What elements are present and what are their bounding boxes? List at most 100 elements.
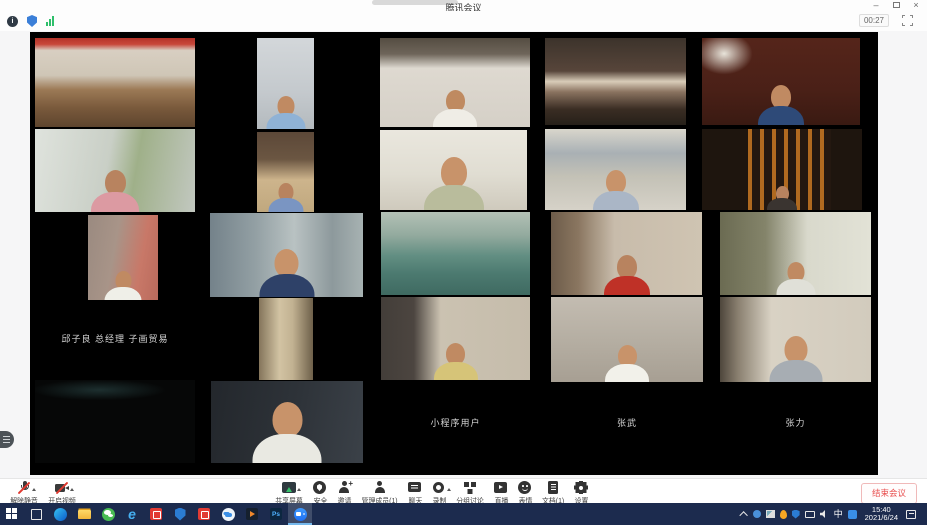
maximize-icon (893, 2, 900, 8)
participant-name-label: 张力 (720, 415, 871, 428)
minimize-button[interactable]: – (869, 0, 883, 11)
mic-muted-icon (16, 481, 32, 495)
volume-icon[interactable] (820, 510, 829, 518)
meeting-room-banner-video[interactable] (35, 38, 195, 127)
end-meeting-button[interactable]: 结束会议 (861, 483, 917, 504)
tray-security-shield-icon[interactable] (792, 510, 800, 519)
network-signal-icon (46, 16, 54, 26)
clock-date: 2021/6/24 (865, 514, 898, 523)
participant-name-label: 邱子良 总经理 子画贸易 (35, 332, 195, 345)
pink-shirt-man-video[interactable] (35, 129, 195, 212)
tencent-meeting-icon[interactable] (288, 503, 312, 525)
zhang-li-tile[interactable]: 张力 (720, 382, 871, 463)
selfie-man-video[interactable] (211, 381, 363, 463)
share-screen-icon (281, 481, 297, 495)
navy-polo-man-video[interactable] (702, 38, 860, 125)
white-shirt-desk-man-video[interactable] (88, 215, 158, 302)
tray-app-icon[interactable] (753, 510, 761, 518)
file-explorer-icon[interactable] (72, 503, 96, 525)
maximize-button[interactable] (889, 0, 903, 11)
calligraphy-man-video[interactable] (380, 38, 530, 127)
live-icon (493, 481, 509, 495)
security-shield-icon[interactable] (27, 15, 37, 27)
red-office-app-2-icon[interactable] (192, 503, 216, 525)
participant-name-label: 张武 (551, 415, 703, 428)
action-center-icon[interactable] (906, 510, 916, 519)
security-manager-icon[interactable] (168, 503, 192, 525)
meeting-timer: 00:27 (859, 14, 889, 27)
participant-silhouette (769, 336, 822, 382)
participant-silhouette (253, 402, 322, 463)
status-bar: i 00:27 (0, 11, 927, 31)
photoshop-icon[interactable] (264, 503, 288, 525)
task-view-icon[interactable] (24, 503, 48, 525)
members-icon (372, 481, 388, 495)
breakout-icon (462, 481, 478, 495)
chevron-up-icon[interactable] (70, 486, 74, 491)
windows-taskbar: 中 15:40 2021/6/24 (0, 503, 927, 525)
wechat-icon[interactable] (96, 503, 120, 525)
oval-table-room-video[interactable] (381, 212, 530, 295)
participant-silhouette (593, 170, 639, 210)
video-stage: 邱子良 总经理 子画贸易小程序用户 张武 张力 (0, 31, 927, 478)
input-method-indicator[interactable]: 中 (834, 509, 843, 519)
participant-silhouette (767, 186, 797, 210)
windows-start-icon[interactable] (0, 503, 24, 525)
hidden-icons-arrow-icon[interactable] (739, 511, 747, 519)
screenshot-tool-icon[interactable] (766, 510, 775, 518)
cloud-drive-icon[interactable] (216, 503, 240, 525)
white-shirt-smiling-man-video[interactable] (551, 297, 703, 382)
taskbar-clock[interactable]: 15:40 2021/6/24 (862, 506, 901, 523)
lattice-room-man-video[interactable] (702, 129, 862, 210)
internet-explorer-icon[interactable] (120, 503, 144, 525)
participant-silhouette (266, 96, 305, 129)
record-icon (431, 481, 447, 495)
chevron-up-icon[interactable] (297, 486, 301, 491)
flame-app-icon[interactable] (780, 510, 787, 519)
security-shield-icon (312, 481, 328, 495)
edge-icon[interactable] (48, 503, 72, 525)
participant-silhouette (434, 343, 478, 380)
yellow-shirt-man-video[interactable] (381, 297, 530, 380)
chevron-up-icon[interactable] (32, 486, 36, 491)
docs-icon (545, 481, 561, 495)
participant-silhouette (433, 90, 477, 127)
display-tray-icon[interactable] (805, 511, 815, 518)
participant-silhouette (105, 271, 142, 302)
cabinet-room-video[interactable] (259, 298, 313, 380)
zhang-wu-tile[interactable]: 张武 (551, 382, 703, 463)
invite-icon: + (336, 481, 352, 495)
sidebar-handle-icon[interactable] (0, 431, 14, 448)
taskbar-apps (0, 503, 312, 525)
plaid-shirt-man-video[interactable] (257, 132, 314, 212)
qiu-ziliang-tile[interactable]: 邱子良 总经理 子画贸易 (35, 300, 195, 378)
chat-icon (407, 481, 423, 495)
participant-silhouette (758, 85, 804, 125)
participant-silhouette (604, 255, 650, 295)
close-button[interactable]: × (909, 0, 923, 11)
dark-meeting-room-video[interactable] (545, 38, 686, 125)
dark-video[interactable] (35, 380, 195, 463)
status-icons: i (7, 15, 54, 27)
blue-polo-man-video[interactable] (257, 38, 314, 129)
participant-silhouette (424, 157, 484, 210)
red-office-app-icon[interactable] (144, 503, 168, 525)
emoji-icon (517, 481, 533, 495)
red-polo-man-video[interactable] (551, 212, 702, 295)
participant-silhouette (268, 183, 303, 212)
meeting-info-icon[interactable]: i (7, 16, 18, 27)
tray-blue-app-icon[interactable] (848, 510, 857, 519)
gray-shirt-man-video[interactable] (720, 212, 871, 295)
glasses-gray-man-video[interactable] (720, 297, 871, 382)
video-player-icon[interactable] (240, 503, 264, 525)
camera-off-icon (54, 481, 70, 495)
fullscreen-icon[interactable] (902, 15, 913, 26)
window-controls: – × (869, 0, 923, 11)
mini-program-user-tile[interactable]: 小程序用户 (381, 382, 530, 463)
olive-shirt-man-video[interactable] (380, 130, 527, 210)
participant-silhouette (91, 170, 139, 212)
participant-name-label: 小程序用户 (381, 415, 530, 428)
headphones-man-video[interactable] (210, 213, 363, 297)
painting-glasses-person-video[interactable] (545, 129, 686, 210)
participant-silhouette (605, 345, 649, 382)
